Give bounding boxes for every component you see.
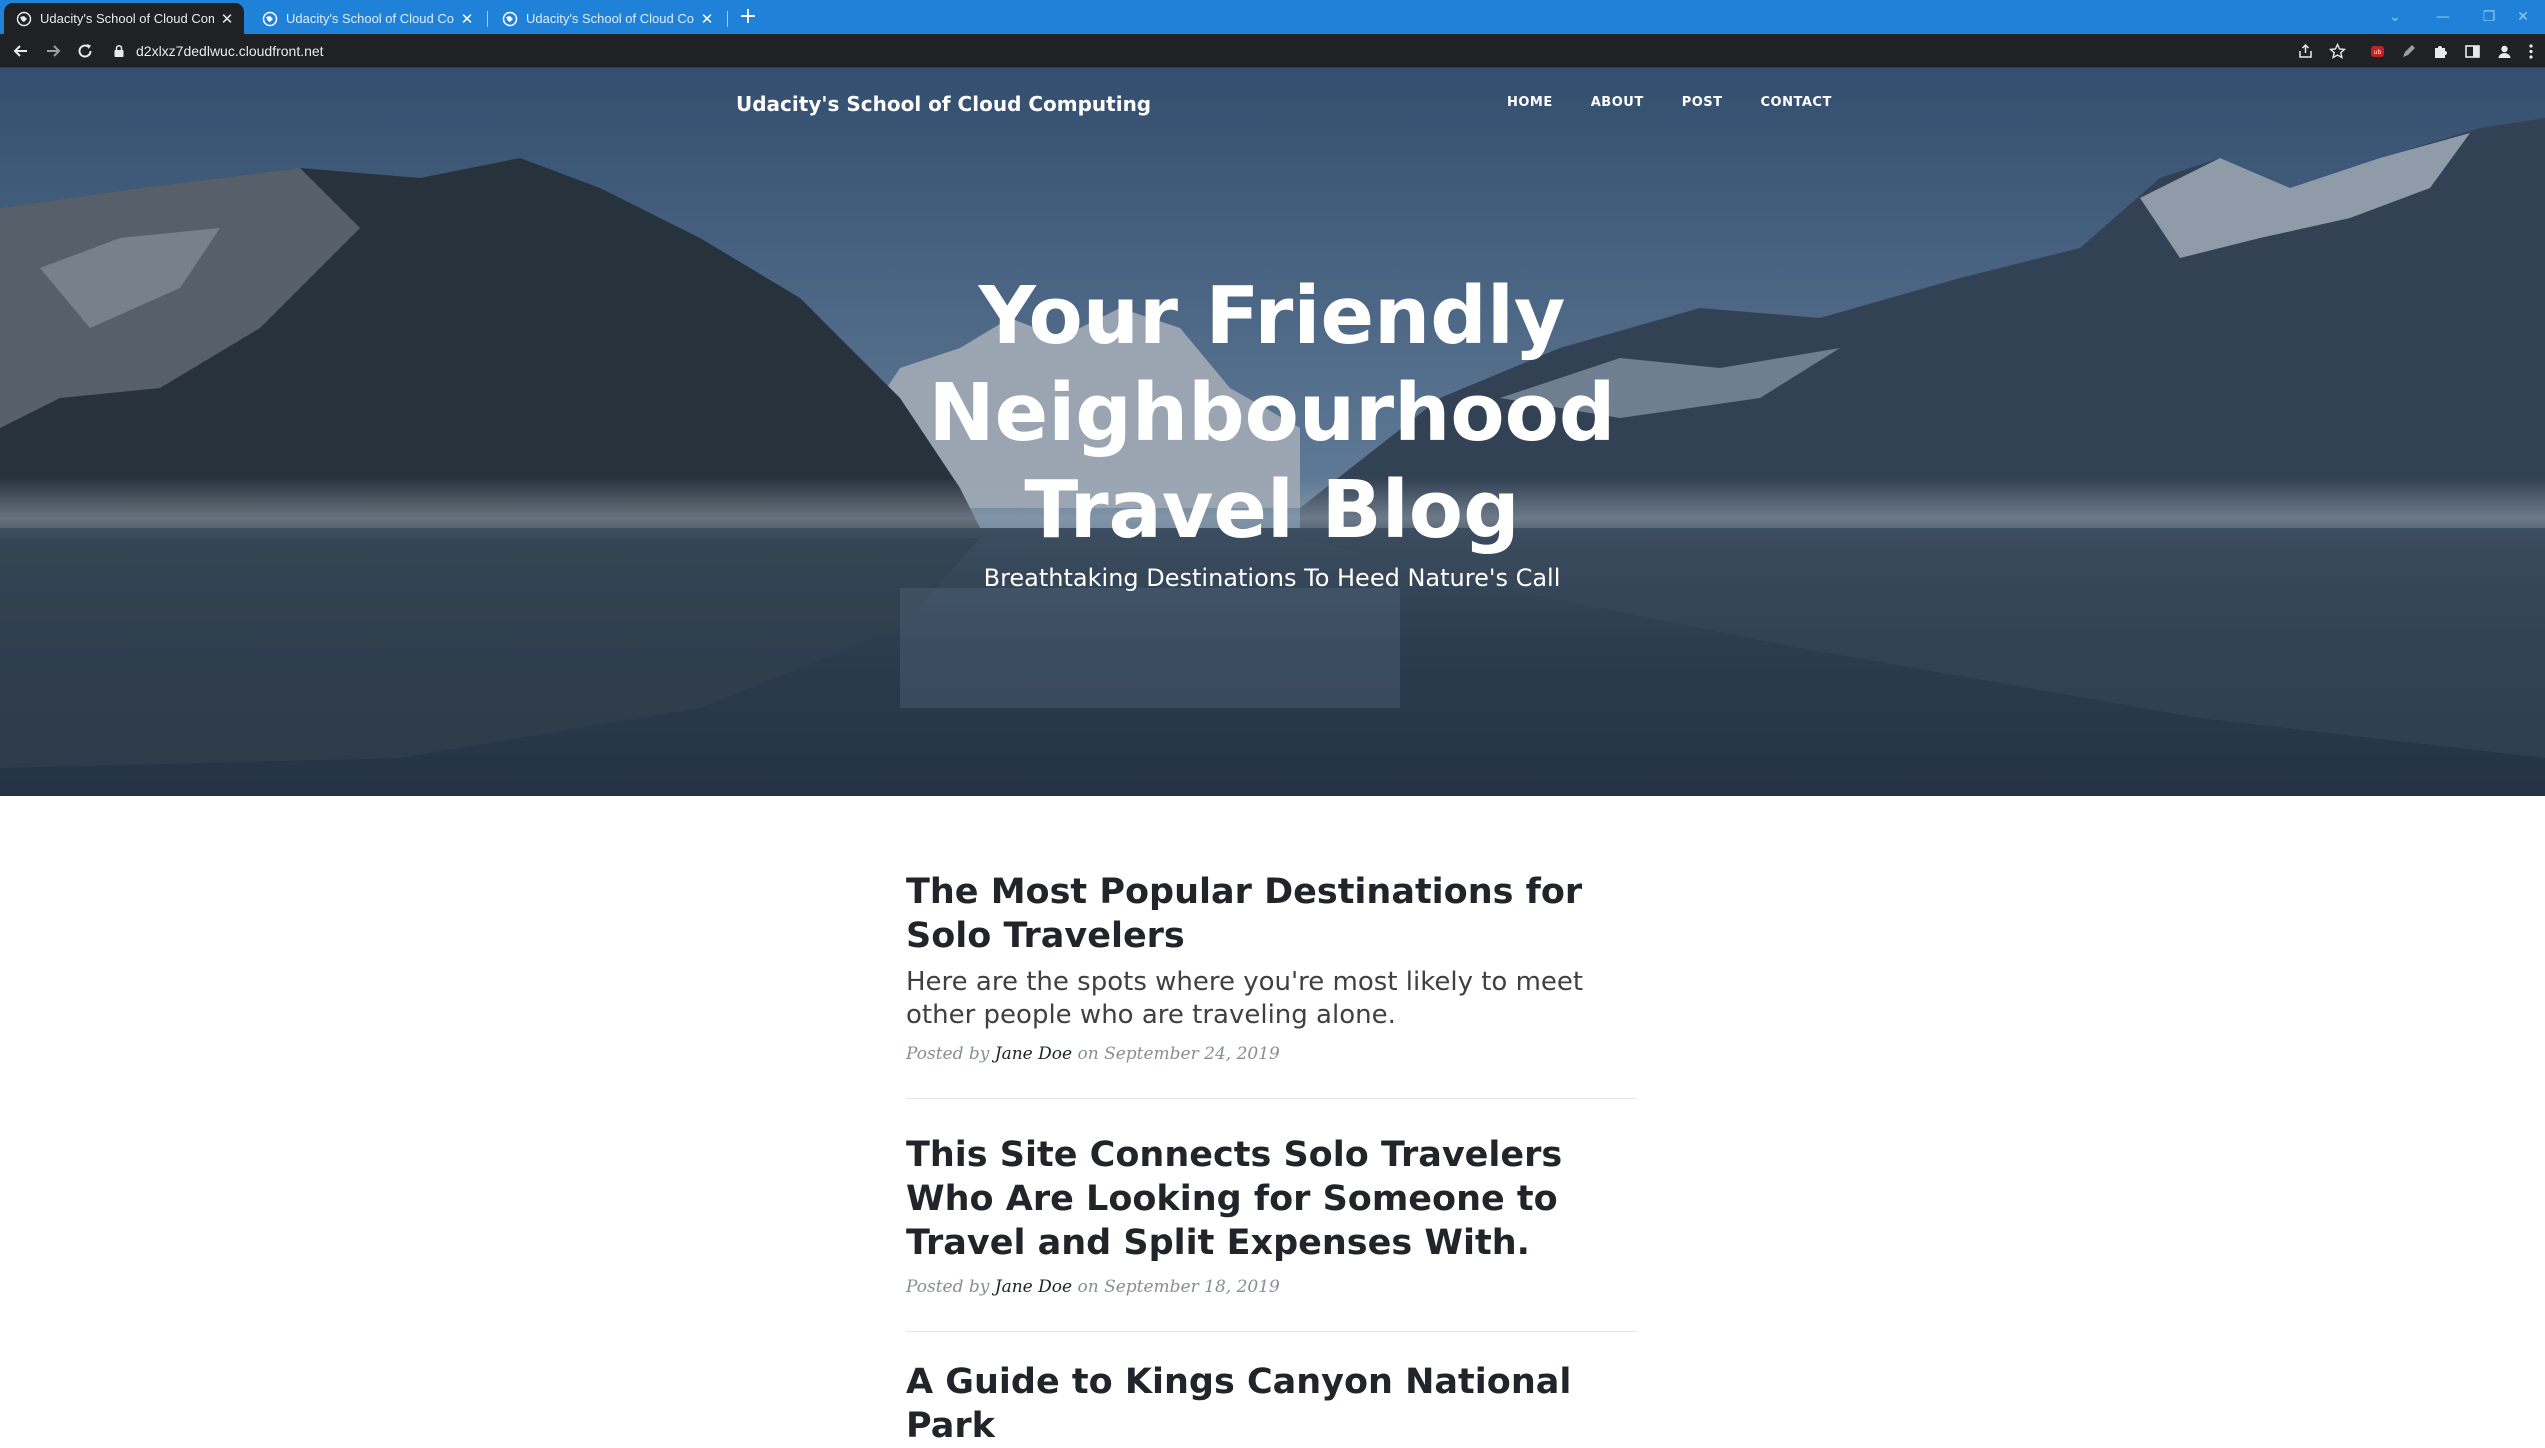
extensions-puzzle-icon[interactable] bbox=[2430, 41, 2450, 61]
post-title-link[interactable]: This Site Connects Solo Travelers Who Ar… bbox=[906, 1133, 1636, 1265]
close-window-icon[interactable]: ✕ bbox=[2500, 0, 2545, 34]
close-icon[interactable]: ✕ bbox=[220, 10, 234, 28]
forward-icon[interactable] bbox=[41, 39, 65, 63]
post-on-label: on bbox=[1077, 1277, 1099, 1297]
browser-toolbar: d2xlxz7dedlwuc.cloudfront.net ub bbox=[0, 34, 2545, 68]
back-icon[interactable] bbox=[9, 39, 33, 63]
extension-badge-icon[interactable]: ub bbox=[2367, 41, 2387, 61]
post-meta: Posted by Jane Doe on September 24, 2019 bbox=[906, 1044, 1636, 1064]
post-on-label: on bbox=[1077, 1044, 1099, 1064]
close-icon[interactable]: ✕ bbox=[700, 10, 714, 28]
post-preview: This Site Connects Solo Travelers Who Ar… bbox=[906, 1099, 1636, 1332]
svg-text:ub: ub bbox=[2373, 49, 2381, 56]
browser-tab[interactable]: Udacity's School of Cloud Comp ✕ bbox=[490, 3, 724, 34]
reload-icon[interactable] bbox=[73, 39, 97, 63]
new-tab-button[interactable]: + bbox=[734, 3, 762, 31]
tab-search-icon[interactable]: ⌄ bbox=[2372, 0, 2418, 34]
tab-divider bbox=[487, 11, 488, 27]
hero-subtitle: Breathtaking Destinations To Heed Nature… bbox=[983, 564, 1561, 592]
post-title-link[interactable]: A Guide to Kings Canyon National Park bbox=[906, 1360, 1636, 1448]
posted-by-label: Posted by bbox=[906, 1044, 990, 1064]
tab-title: Udacity's School of Cloud Comp bbox=[40, 11, 214, 26]
tab-title: Udacity's School of Cloud Comp bbox=[526, 11, 694, 26]
post-author-link[interactable]: Jane Doe bbox=[995, 1277, 1072, 1297]
hero-title-line: Travel Blog bbox=[1024, 464, 1520, 556]
minimize-icon[interactable]: — bbox=[2420, 0, 2466, 34]
hero-title-line: Neighbourhood bbox=[928, 367, 1616, 459]
tab-divider bbox=[727, 11, 728, 27]
nav-about[interactable]: ABOUT bbox=[1572, 95, 1663, 110]
address-bar[interactable]: d2xlxz7dedlwuc.cloudfront.net bbox=[112, 38, 2282, 64]
profile-icon[interactable] bbox=[2494, 41, 2514, 61]
nav-home[interactable]: HOME bbox=[1488, 95, 1572, 110]
globe-icon bbox=[502, 11, 518, 26]
share-icon[interactable] bbox=[2295, 41, 2315, 61]
hero-title: Your Friendly Neighbourhood Travel Blog bbox=[772, 268, 1772, 559]
nav-contact[interactable]: CONTACT bbox=[1742, 95, 1851, 110]
globe-icon bbox=[16, 11, 32, 26]
posted-by-label: Posted by bbox=[906, 1277, 990, 1297]
main-nav: HOME ABOUT POST CONTACT bbox=[1488, 95, 1851, 110]
post-preview: A Guide to Kings Canyon National Park bbox=[906, 1332, 1636, 1448]
bookmark-star-icon[interactable] bbox=[2327, 41, 2347, 61]
close-icon[interactable]: ✕ bbox=[460, 10, 474, 28]
post-list: The Most Popular Destinations for Solo T… bbox=[906, 870, 1636, 1448]
post-subtitle[interactable]: Here are the spots where you're most lik… bbox=[906, 966, 1636, 1032]
post-meta: Posted by Jane Doe on September 18, 2019 bbox=[906, 1277, 1636, 1297]
post-title-link[interactable]: The Most Popular Destinations for Solo T… bbox=[906, 870, 1636, 958]
side-panel-icon[interactable] bbox=[2462, 41, 2482, 61]
tab-title: Udacity's School of Cloud Comp bbox=[286, 11, 454, 26]
url-text: d2xlxz7dedlwuc.cloudfront.net bbox=[136, 43, 324, 59]
post-date: September 24, 2019 bbox=[1104, 1044, 1280, 1064]
browser-tab[interactable]: Udacity's School of Cloud Comp ✕ bbox=[250, 3, 484, 34]
hero-title-line: Your Friendly bbox=[978, 270, 1566, 362]
site-brand-link[interactable]: Udacity's School of Cloud Computing bbox=[736, 92, 1151, 116]
post-date: September 18, 2019 bbox=[1104, 1277, 1280, 1297]
nav-post[interactable]: POST bbox=[1663, 95, 1742, 110]
post-preview: The Most Popular Destinations for Solo T… bbox=[906, 870, 1636, 1099]
lock-icon bbox=[114, 44, 124, 57]
pen-icon[interactable] bbox=[2398, 41, 2418, 61]
post-author-link[interactable]: Jane Doe bbox=[995, 1044, 1072, 1064]
browser-tab[interactable]: Udacity's School of Cloud Comp ✕ bbox=[4, 3, 244, 34]
kebab-menu-icon[interactable] bbox=[2524, 41, 2538, 61]
globe-icon bbox=[262, 11, 278, 26]
browser-tab-strip: Udacity's School of Cloud Comp ✕ Udacity… bbox=[0, 0, 2545, 34]
